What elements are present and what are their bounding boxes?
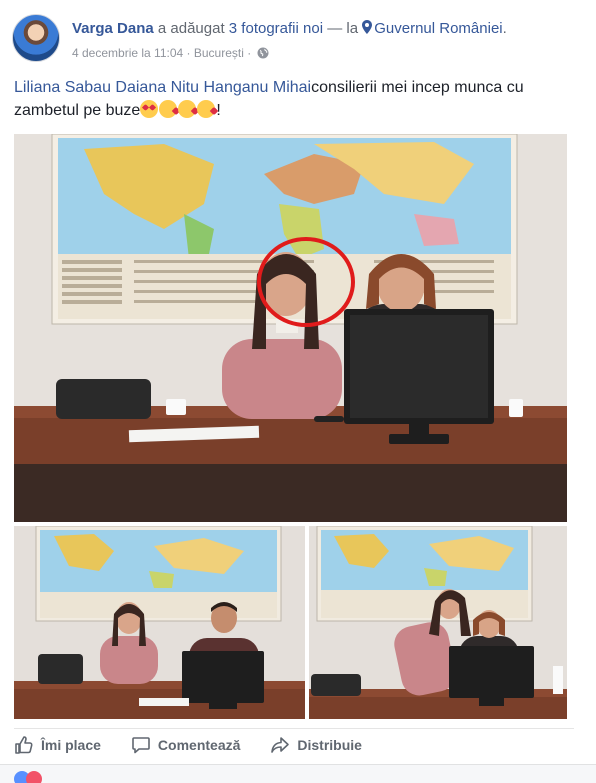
post-date[interactable]: 4 decembrie la 11:04 (72, 46, 183, 60)
photos-link[interactable]: 3 fotografii noi (229, 20, 323, 37)
like-label: Îmi place (41, 736, 101, 753)
share-icon (271, 736, 290, 753)
post-action-bar: Îmi place Comentează Distribuie (14, 728, 574, 758)
post-message: Liliana Sabau Daiana Nitu Hanganu Mihaic… (14, 76, 574, 122)
facebook-post: Varga Dana a adăugat 3 fotografii noi — … (0, 0, 596, 783)
meta-dot: · (183, 46, 194, 60)
photo-secondary-1[interactable] (14, 526, 305, 719)
location-suffix: . (502, 20, 507, 37)
tag-daiana-nitu[interactable]: Daiana Nitu (115, 79, 199, 96)
post-headline: Varga Dana a adăugat 3 fotografii noi — … (72, 20, 507, 37)
post-header: Varga Dana a adăugat 3 fotografii noi — … (12, 12, 588, 62)
share-label: Distribuie (297, 736, 362, 753)
separator-text: — la (323, 20, 363, 37)
share-button[interactable]: Distribuie (270, 735, 362, 755)
meta-dot: · (243, 46, 255, 60)
post-meta: 4 decembrie la 11:04 · București · (72, 46, 269, 60)
like-button[interactable]: Îmi place (14, 735, 101, 755)
love-reaction-icon[interactable] (26, 771, 42, 783)
thumbs-up-icon (15, 735, 33, 754)
heart-eyes-emoji (140, 100, 159, 118)
post-place[interactable]: București (194, 46, 244, 60)
tag-liliana-sabau[interactable]: Liliana Sabau (14, 79, 111, 96)
privacy-globe-icon[interactable] (257, 47, 269, 59)
comment-button[interactable]: Comentează (131, 735, 240, 755)
reactions-strip (0, 764, 596, 783)
location-pin-icon (362, 20, 373, 34)
action-text: a adăugat (153, 20, 229, 37)
location-name: Guvernul României (374, 20, 503, 37)
kiss-emoji (178, 100, 197, 118)
photo-main[interactable] (14, 134, 567, 522)
author-name[interactable]: Varga Dana (72, 20, 154, 37)
photo-secondary-2[interactable] (309, 526, 567, 719)
comment-icon (132, 736, 150, 753)
author-avatar[interactable] (12, 14, 60, 62)
tag-hanganu-mihai[interactable]: Hanganu Mihai (203, 79, 311, 96)
kiss-emoji (159, 100, 178, 118)
kiss-emoji (197, 100, 216, 118)
location-link[interactable]: Guvernul României (362, 20, 503, 37)
comment-label: Comentează (157, 736, 241, 753)
